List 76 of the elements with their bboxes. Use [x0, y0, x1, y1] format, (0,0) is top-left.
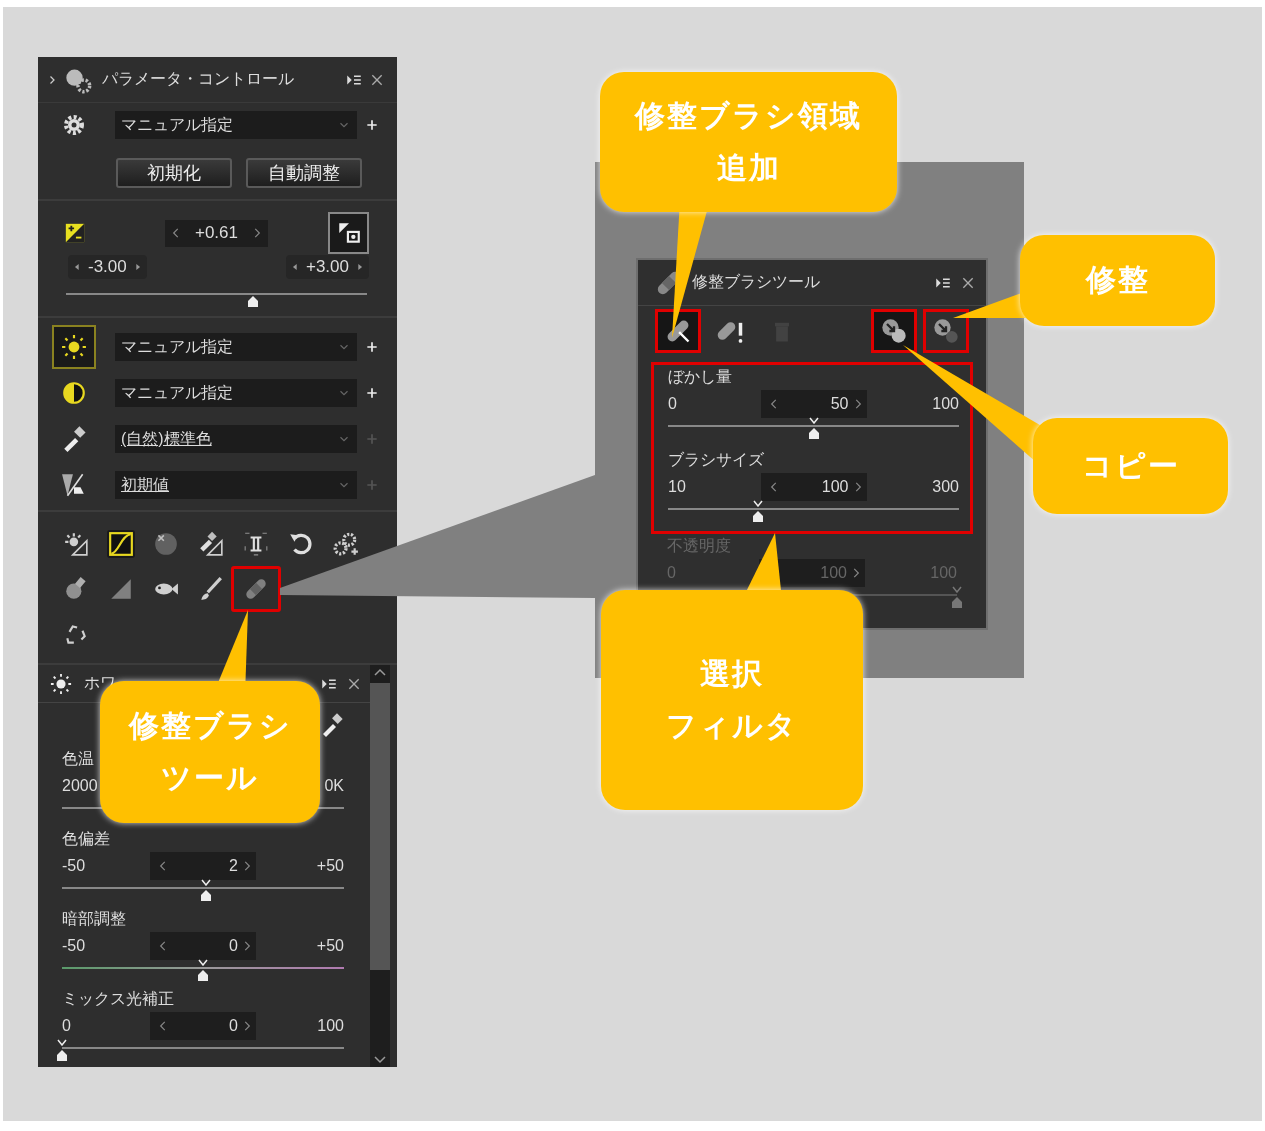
sun-icon	[62, 530, 89, 557]
exposure-icon	[64, 222, 86, 244]
value-field[interactable]: 2	[150, 852, 256, 880]
slider-label: ブラシサイズ	[668, 450, 765, 470]
default-marker	[753, 500, 764, 507]
copy-circles-icon	[880, 317, 908, 345]
setting-dropdown[interactable]: (自然)標準色	[115, 425, 357, 453]
callout-text: コピー	[1081, 446, 1180, 485]
setting-dropdown[interactable]: マニュアル指定	[115, 379, 357, 407]
max-value: 300	[932, 478, 959, 496]
plus-icon[interactable]	[364, 385, 380, 401]
value-field[interactable]: 50	[760, 390, 867, 418]
slider-label: 暗部調整	[62, 909, 127, 929]
gradient-brush-icon	[61, 472, 87, 498]
dropper-icon	[197, 530, 224, 557]
default-marker	[808, 417, 819, 424]
callout-text: 修整ブラシ領域	[635, 96, 862, 135]
sun-icon	[61, 334, 87, 360]
min-value: 0	[62, 1017, 71, 1035]
callout-text: 選択	[700, 654, 764, 693]
slider-thumb[interactable]	[56, 1049, 68, 1061]
panel-title: 修整ブラシツール	[692, 272, 820, 292]
max-value: 100	[317, 1017, 344, 1035]
slider-label: 色偏差	[62, 829, 111, 849]
retouch-circles-icon	[932, 317, 960, 345]
max-value: 0K	[324, 777, 344, 795]
action-button[interactable]: 自動調整	[246, 158, 362, 188]
ball-icon	[152, 530, 179, 557]
dropper-icon	[61, 426, 87, 452]
default-marker	[57, 1039, 67, 1046]
setting-dropdown[interactable]: マニュアル指定	[115, 333, 357, 361]
min-value: 0	[668, 395, 677, 413]
min-value: -50	[62, 937, 86, 955]
tool-button[interactable]	[871, 309, 917, 353]
callout-text: フィルタ	[666, 707, 798, 745]
plus-icon[interactable]	[364, 339, 380, 355]
scrollbar-thumb[interactable]	[370, 683, 390, 970]
default-marker	[952, 586, 962, 593]
value-field[interactable]: 0	[150, 932, 256, 960]
action-button[interactable]: 初期化	[116, 158, 232, 188]
min-value: 10	[668, 478, 686, 496]
min-value: 2000	[62, 777, 98, 795]
sun-icon	[50, 672, 72, 695]
max-field[interactable]: +3.00	[286, 255, 369, 279]
value-field[interactable]: 0	[150, 1012, 256, 1040]
setting-dropdown[interactable]: 初期値	[115, 471, 357, 499]
gears-icon	[332, 530, 359, 557]
max-value: +50	[316, 937, 344, 955]
auto-button[interactable]	[328, 212, 369, 254]
callout-text: 修整	[1085, 261, 1150, 300]
value-field[interactable]: +0.61	[165, 219, 268, 247]
callout-text: ツール	[161, 759, 259, 797]
slider-label: 色温	[62, 749, 95, 769]
plus-icon[interactable]	[364, 117, 380, 133]
slider-label: ミックス光補正	[62, 989, 175, 1009]
callout-text: 修整ブラシ	[128, 706, 292, 745]
default-marker	[198, 959, 208, 966]
mode-button[interactable]	[52, 325, 96, 369]
callout-text: 追加	[716, 149, 781, 187]
tool-button[interactable]	[106, 529, 135, 558]
max-value: +50	[316, 857, 344, 875]
default-marker	[200, 879, 211, 886]
tool-button[interactable]	[655, 309, 701, 353]
contrast-icon	[61, 380, 87, 406]
min-value: -50	[62, 857, 86, 875]
min-field[interactable]: -3.00	[68, 255, 147, 279]
scrollbar[interactable]	[370, 665, 390, 1067]
settings-icon[interactable]	[62, 113, 86, 137]
slider-label: ぼかし量	[668, 367, 733, 387]
bracket-icon	[242, 530, 269, 557]
preset-dropdown[interactable]: マニュアル指定	[115, 111, 357, 139]
panel-title: パラメータ・コントロール	[102, 69, 294, 89]
curve-icon	[107, 530, 134, 557]
tool-button[interactable]	[923, 309, 969, 353]
max-value: 100	[932, 395, 959, 413]
value-field[interactable]: 100	[760, 473, 867, 501]
